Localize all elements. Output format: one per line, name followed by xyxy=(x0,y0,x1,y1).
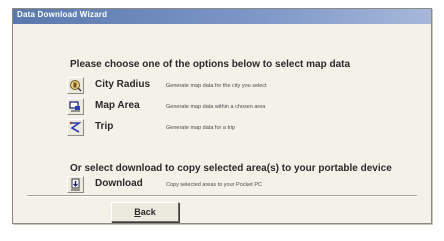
footer-divider xyxy=(27,195,417,197)
download-heading: Or select download to copy selected area… xyxy=(70,163,392,174)
download-button[interactable] xyxy=(67,176,84,193)
city-radius-description: Generate map data for the city you selec… xyxy=(166,83,267,89)
city-radius-label: City Radius xyxy=(95,79,151,90)
wizard-window: Data Download Wizard Please choose one o… xyxy=(12,8,432,224)
city-radius-button[interactable] xyxy=(67,77,84,94)
window-title: Data Download Wizard xyxy=(17,10,108,19)
trip-icon xyxy=(69,121,82,133)
city-radius-icon xyxy=(70,80,82,92)
back-button[interactable]: Back xyxy=(111,202,179,222)
download-icon xyxy=(71,178,80,191)
trip-button[interactable] xyxy=(67,119,84,136)
map-area-description: Generate map data within a chosen area xyxy=(166,104,266,110)
map-area-button[interactable] xyxy=(67,98,84,115)
back-button-label: ack xyxy=(140,207,156,217)
download-description: Copy selected areas to your Pocket PC xyxy=(166,182,262,188)
map-area-icon xyxy=(69,101,80,112)
trip-label: Trip xyxy=(95,121,114,132)
map-area-label: Map Area xyxy=(95,100,140,111)
trip-description: Generate map data for a trip xyxy=(166,125,236,131)
title-bar: Data Download Wizard xyxy=(13,9,431,24)
options-heading: Please choose one of the options below t… xyxy=(70,59,351,70)
download-label: Download xyxy=(95,178,143,189)
